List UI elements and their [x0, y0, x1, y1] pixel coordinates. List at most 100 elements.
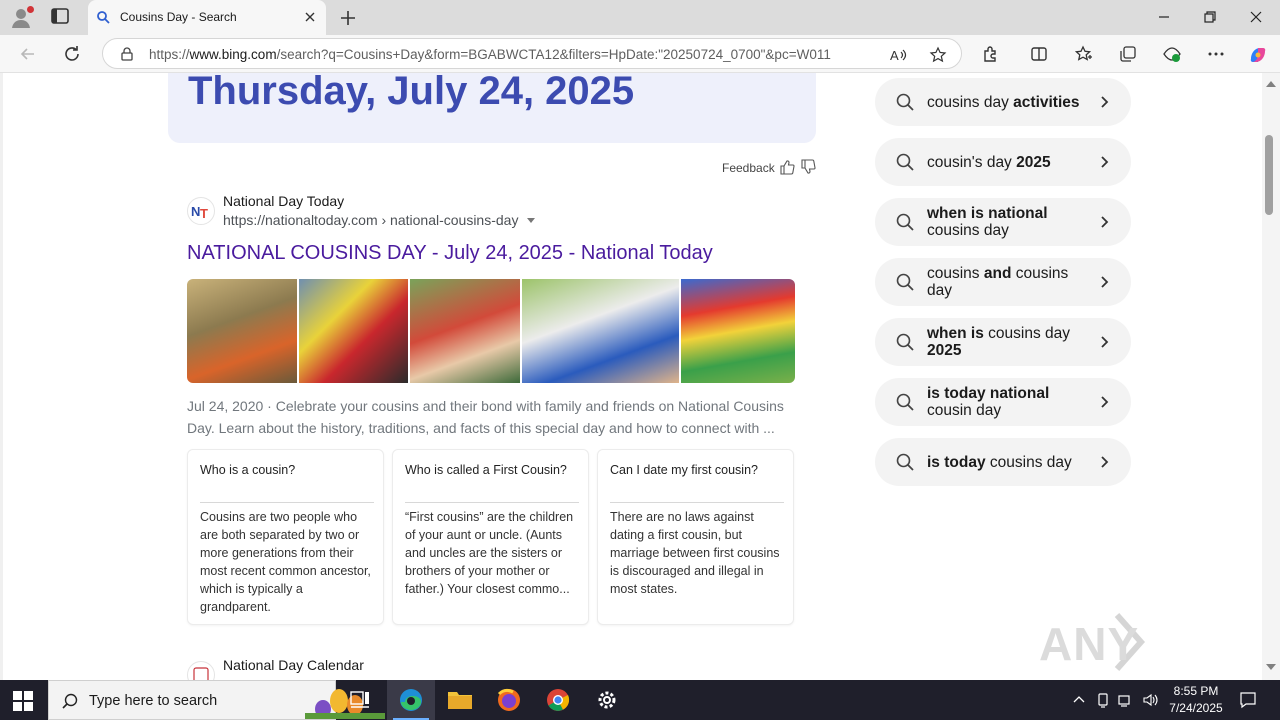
chevron-right-icon: [1097, 214, 1111, 230]
search-icon: [895, 392, 915, 412]
minimize-icon[interactable]: [1155, 8, 1173, 26]
favorite-star-icon[interactable]: [929, 46, 947, 64]
new-tab-icon[interactable]: [338, 8, 358, 28]
file-explorer-icon[interactable]: [436, 680, 484, 720]
feedback-link[interactable]: Feedback: [722, 161, 775, 175]
scrollbar-thumb[interactable]: [1265, 135, 1273, 215]
qa-divider: [200, 502, 374, 503]
result-image-parachute[interactable]: [681, 279, 795, 383]
svg-text:N: N: [191, 204, 200, 219]
related-search-bold-term: 2025: [1016, 154, 1051, 171]
scroll-down-arrow-icon[interactable]: [1266, 664, 1276, 670]
related-search-bold-term: 2025: [927, 342, 962, 359]
related-search-pill[interactable]: is today national cousin day: [875, 378, 1131, 426]
more-options-icon[interactable]: [1206, 44, 1226, 64]
chevron-right-icon: [1097, 334, 1111, 350]
task-view-icon[interactable]: [336, 680, 384, 720]
tab-active[interactable]: Cousins Day - Search: [88, 0, 326, 35]
chevron-right-icon: [1097, 274, 1111, 290]
notifications-icon[interactable]: [1238, 690, 1258, 710]
tab-actions-icon[interactable]: [50, 7, 72, 27]
network-icon[interactable]: [1118, 692, 1134, 708]
related-search-pill[interactable]: cousin's day 2025: [875, 138, 1131, 186]
result-image-kids[interactable]: [521, 279, 680, 383]
date-heading: Thursday, July 24, 2025: [188, 73, 635, 113]
search-icon: [895, 92, 915, 112]
windows-start-icon[interactable]: [12, 690, 34, 712]
refresh-icon[interactable]: [62, 44, 82, 64]
related-search-term: cousins day: [983, 325, 1071, 342]
qa-question[interactable]: Can I date my first cousin?: [610, 463, 784, 477]
qa-question[interactable]: Who is called a First Cousin?: [405, 463, 579, 477]
result-image-family[interactable]: [410, 279, 520, 383]
taskbar-clock[interactable]: 8:55 PM 7/24/2025: [1160, 683, 1232, 717]
page-scrollbar[interactable]: [1262, 73, 1280, 680]
clock-time: 8:55 PM: [1173, 684, 1219, 698]
result-image-strip[interactable]: [187, 279, 795, 383]
copilot-icon[interactable]: [1247, 44, 1267, 64]
search-favicon-icon: [96, 10, 110, 24]
extensions-icon[interactable]: [981, 44, 1001, 64]
favorites-icon[interactable]: [1074, 44, 1094, 64]
chevron-right-icon: [1097, 394, 1111, 410]
related-search-term: cousin's day: [927, 154, 1017, 171]
qa-card[interactable]: Who is called a First Cousin? “First cou…: [392, 449, 589, 625]
result-image-cars[interactable]: [298, 279, 409, 383]
thumbs-up-icon[interactable]: [779, 159, 795, 175]
split-screen-icon[interactable]: [1029, 44, 1049, 64]
back-arrow-icon[interactable]: [18, 44, 38, 64]
qa-card[interactable]: Can I date my first cousin? There are no…: [597, 449, 794, 625]
restore-icon[interactable]: [1201, 8, 1219, 26]
related-search-term: cousins: [927, 265, 984, 282]
svg-text:A: A: [890, 48, 899, 63]
result-image-hammock[interactable]: [187, 279, 297, 383]
settings-gear-icon[interactable]: [583, 680, 631, 720]
url-text[interactable]: https://www.bing.com/search?q=Cousins+Da…: [149, 47, 869, 62]
tab-title: Cousins Day - Search: [120, 10, 237, 24]
result-title-link[interactable]: NATIONAL COUSINS DAY - July 24, 2025 - N…: [187, 242, 713, 265]
related-search-pill[interactable]: when is national cousins day: [875, 198, 1131, 246]
site-logo-national-day-calendar[interactable]: [187, 661, 215, 680]
read-aloud-icon[interactable]: A: [889, 46, 907, 64]
edge-taskbar-icon[interactable]: [387, 680, 435, 720]
result-site-url[interactable]: https://nationaltoday.com › national-cou…: [223, 212, 518, 228]
address-bar[interactable]: https://www.bing.com/search?q=Cousins+Da…: [102, 38, 962, 69]
result-site-name[interactable]: National Day Today: [223, 193, 344, 209]
search-icon: [895, 212, 915, 232]
show-hidden-icons-chevron-icon[interactable]: [1071, 692, 1087, 708]
related-search-pill[interactable]: cousins day activities: [875, 78, 1131, 126]
thumbs-down-icon[interactable]: [800, 159, 816, 175]
volume-icon[interactable]: [1142, 692, 1158, 708]
close-window-icon[interactable]: [1247, 8, 1265, 26]
browser-essentials-icon[interactable]: [1162, 44, 1182, 64]
site-logo-national-today[interactable]: NT: [187, 197, 215, 225]
chrome-icon[interactable]: [534, 680, 582, 720]
qa-card[interactable]: Who is a cousin? Cousins are two people …: [187, 449, 384, 625]
search-icon: [895, 452, 915, 472]
profile-avatar-icon[interactable]: [10, 6, 34, 28]
url-options-caret-icon[interactable]: [527, 218, 535, 223]
qa-question[interactable]: Who is a cousin?: [200, 463, 374, 477]
tab-close-icon[interactable]: [302, 9, 318, 25]
device-icon[interactable]: [1095, 692, 1111, 708]
search-icon: [61, 692, 79, 710]
related-search-text: when is cousins day 2025: [927, 325, 1087, 359]
qa-answer: There are no laws against dating a first…: [610, 510, 780, 596]
chevron-right-icon: [1097, 94, 1111, 110]
related-search-pill[interactable]: when is cousins day 2025: [875, 318, 1131, 366]
related-search-term: cousins day: [927, 222, 1009, 239]
related-search-bold-term: is today national: [927, 385, 1050, 402]
taskbar-search-placeholder[interactable]: Type here to search: [89, 693, 217, 709]
related-search-text: is today national cousin day: [927, 385, 1087, 419]
related-search-text: cousins day activities: [927, 94, 1087, 111]
firefox-icon[interactable]: [485, 680, 533, 720]
taskbar-search-box[interactable]: Type here to search: [48, 680, 385, 720]
collections-icon[interactable]: [1118, 44, 1138, 64]
related-search-text: cousin's day 2025: [927, 154, 1087, 171]
related-search-pill[interactable]: cousins and cousins day: [875, 258, 1131, 306]
scroll-up-arrow-icon[interactable]: [1266, 81, 1276, 87]
related-search-pill[interactable]: is today cousins day: [875, 438, 1131, 486]
svg-text:T: T: [200, 206, 208, 221]
site-info-lock-icon[interactable]: [119, 46, 135, 62]
result-site-name[interactable]: National Day Calendar: [223, 657, 364, 673]
